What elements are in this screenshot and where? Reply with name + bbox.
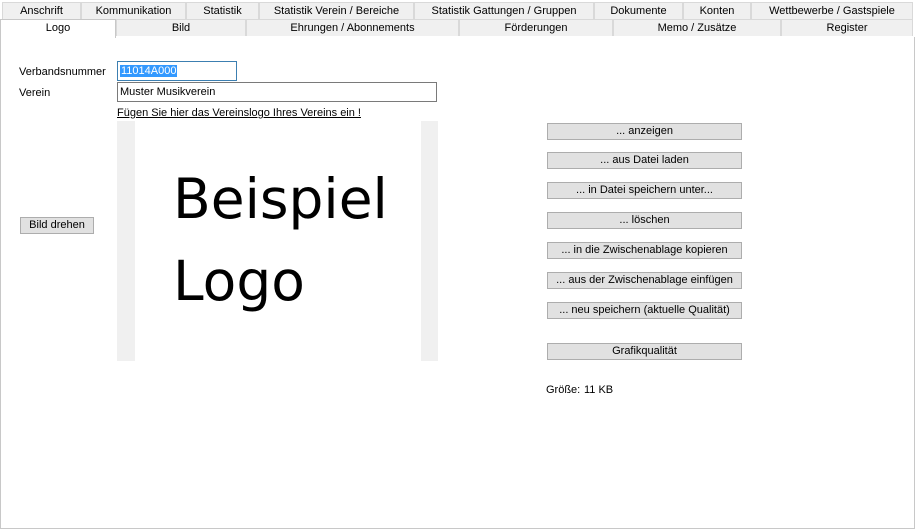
tab-logo[interactable]: Logo	[0, 19, 116, 38]
copy-to-clipboard-button[interactable]: ... in die Zwischenablage kopieren	[547, 242, 742, 259]
logo-image-frame: Beispiel Logo	[117, 121, 438, 361]
verbandsnummer-value: 11014A000	[120, 65, 178, 77]
verein-label: Verein	[19, 87, 51, 99]
size-label: Größe:	[546, 384, 581, 396]
save-to-file-button[interactable]: ... in Datei speichern unter...	[547, 182, 742, 199]
logo-image: Beispiel Logo	[135, 121, 421, 361]
tab-konten[interactable]: Konten	[683, 2, 751, 19]
logo-hint-link[interactable]: Fügen Sie hier das Vereinslogo Ihres Ver…	[117, 107, 361, 119]
rotate-image-button[interactable]: Bild drehen	[20, 217, 94, 234]
tab-register[interactable]: Register	[781, 19, 913, 36]
tab-kommunikation[interactable]: Kommunikation	[81, 2, 186, 19]
tab-statistik[interactable]: Statistik	[186, 2, 259, 19]
logo-line-1: Beispiel	[173, 167, 388, 231]
graphic-quality-button[interactable]: Grafikqualität	[547, 343, 742, 360]
logo-panel: Verbandsnummer 11014A000 Verein Muster M…	[0, 37, 915, 529]
tab-anschrift[interactable]: Anschrift	[2, 2, 81, 19]
tab-statistik-verein-bereiche[interactable]: Statistik Verein / Bereiche	[259, 2, 414, 19]
verbandsnummer-field[interactable]: 11014A000	[117, 61, 237, 81]
verein-field[interactable]: Muster Musikverein	[117, 82, 437, 102]
tab-ehrungen-abonnements[interactable]: Ehrungen / Abonnements	[246, 19, 459, 36]
tab-foerderungen[interactable]: Förderungen	[459, 19, 613, 36]
tab-wettbewerbe-gastspiele[interactable]: Wettbewerbe / Gastspiele	[751, 2, 913, 19]
size-value: 11 KB	[584, 384, 614, 396]
load-from-file-button[interactable]: ... aus Datei laden	[547, 152, 742, 169]
tab-bild[interactable]: Bild	[116, 19, 246, 36]
tab-statistik-gattungen-gruppen[interactable]: Statistik Gattungen / Gruppen	[414, 2, 594, 19]
verbandsnummer-label: Verbandsnummer	[19, 66, 106, 78]
logo-line-2: Logo	[173, 249, 305, 313]
tab-row-bottom: Logo Bild Ehrungen / Abonnements Förderu…	[0, 19, 913, 38]
show-image-button[interactable]: ... anzeigen	[547, 123, 742, 140]
paste-from-clipboard-button[interactable]: ... aus der Zwischenablage einfügen	[547, 272, 742, 289]
delete-image-button[interactable]: ... löschen	[547, 212, 742, 229]
tab-row-top: Anschrift Kommunikation Statistik Statis…	[0, 2, 913, 20]
resave-quality-button[interactable]: ... neu speichern (aktuelle Qualität)	[547, 302, 742, 319]
tab-dokumente[interactable]: Dokumente	[594, 2, 683, 19]
tab-memo-zusaetze[interactable]: Memo / Zusätze	[613, 19, 781, 36]
